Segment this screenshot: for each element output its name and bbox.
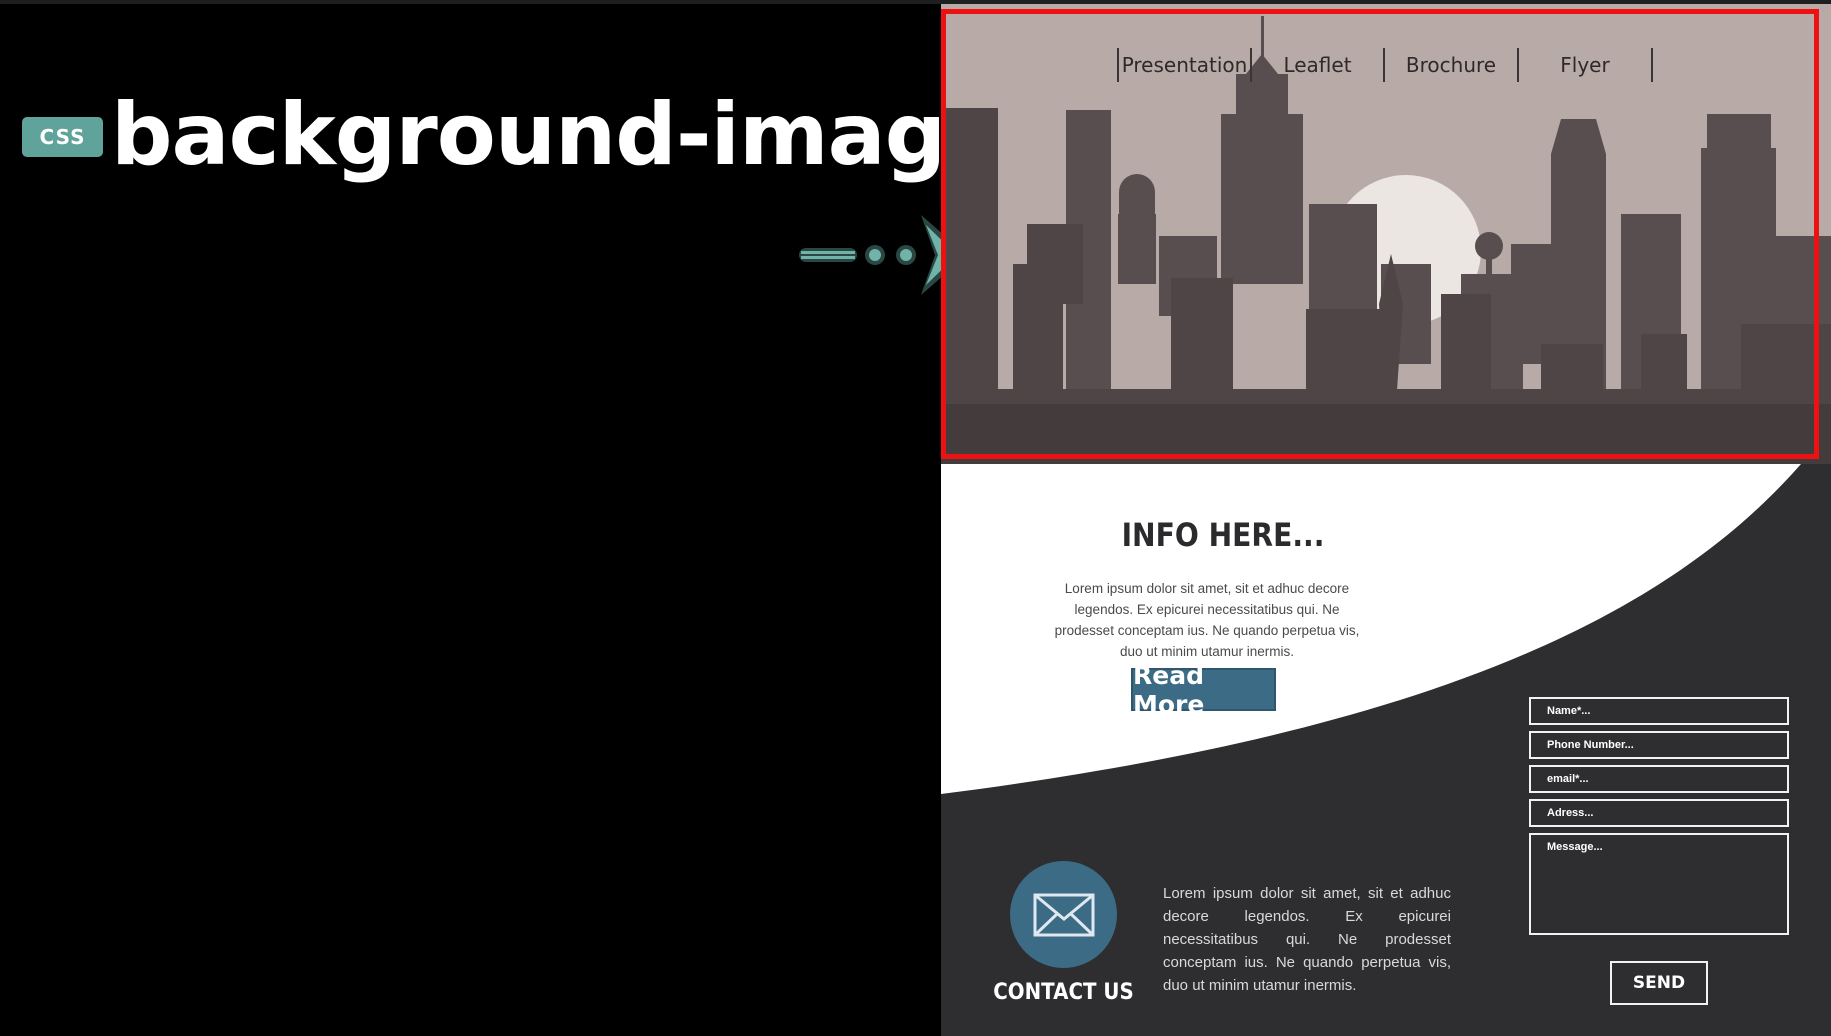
hero-background-image: Presentation Leaflet Brochure Flyer [941, 4, 1831, 464]
read-more-button[interactable]: Read More [1131, 661, 1276, 719]
top-navigation: Presentation Leaflet Brochure Flyer [1117, 48, 1653, 82]
slide-heading: background-image [111, 85, 1004, 185]
envelope-icon [1033, 893, 1094, 936]
email-field[interactable] [1529, 765, 1789, 793]
info-title: INFO HERE... [1121, 516, 1325, 554]
nav-item-flyer[interactable]: Flyer [1519, 48, 1653, 82]
nav-item-presentation[interactable]: Presentation [1119, 48, 1252, 82]
website-mockup: Presentation Leaflet Brochure Flyer INFO… [941, 4, 1831, 1036]
info-text: Lorem ipsum dolor sit amet, sit et adhuc… [1054, 581, 1360, 659]
nav-item-brochure[interactable]: Brochure [1385, 48, 1519, 82]
contact-circle[interactable] [1010, 861, 1117, 968]
message-field[interactable] [1529, 833, 1789, 935]
nav-item-leaflet[interactable]: Leaflet [1252, 48, 1385, 82]
send-button[interactable]: SEND [1610, 961, 1708, 1005]
contact-us-label: CONTACT US [993, 980, 1134, 1005]
contact-text: Lorem ipsum dolor sit amet, sit et adhuc… [1163, 885, 1451, 994]
name-field[interactable] [1529, 697, 1789, 725]
css-badge: CSS [22, 117, 103, 157]
phone-field[interactable] [1529, 731, 1789, 759]
address-field[interactable] [1529, 799, 1789, 827]
